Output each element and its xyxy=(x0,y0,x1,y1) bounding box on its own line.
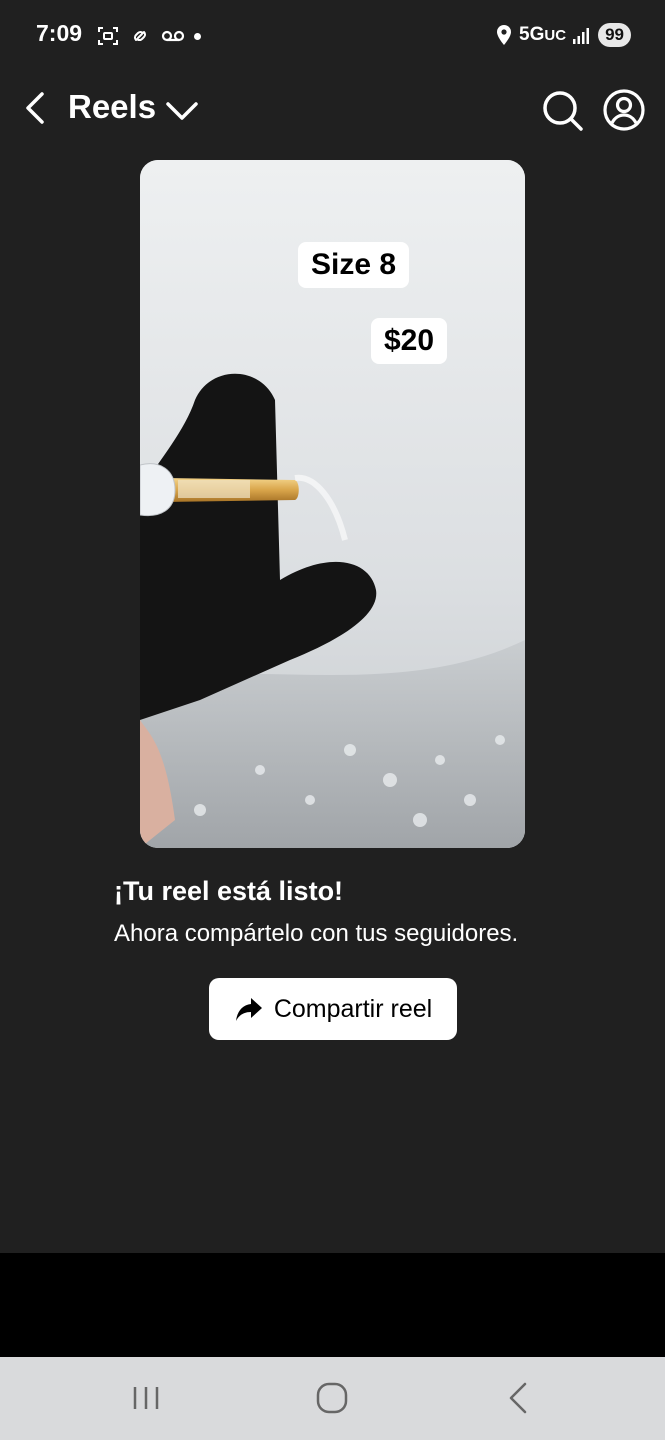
page-title[interactable]: Reels xyxy=(68,88,156,126)
ready-title: ¡Tu reel está listo! xyxy=(114,876,344,906)
bottom-spacer xyxy=(0,1253,665,1357)
reel-preview[interactable]: Size 8 $20 xyxy=(140,160,525,848)
network-type: 5GUC xyxy=(519,24,567,45)
share-reel-button[interactable]: Compartir reel xyxy=(209,978,457,1040)
voicemail-icon xyxy=(161,30,185,42)
system-back-icon[interactable] xyxy=(493,1375,543,1421)
back-icon[interactable] xyxy=(20,88,50,128)
status-notification-icons xyxy=(96,22,201,50)
search-icon[interactable] xyxy=(540,88,584,132)
home-icon[interactable] xyxy=(307,1375,357,1421)
battery-badge: 99 xyxy=(598,23,631,47)
price-sticker: $20 xyxy=(371,318,448,364)
status-time: 7:09 xyxy=(36,20,83,46)
link-icon xyxy=(133,30,147,42)
app-header: Reels xyxy=(0,70,665,150)
share-reel-label: Compartir reel xyxy=(273,994,433,1023)
share-arrow-icon xyxy=(235,998,262,1021)
screenshot-icon xyxy=(98,27,118,45)
location-icon xyxy=(497,25,512,45)
recent-apps-icon[interactable] xyxy=(121,1375,171,1421)
notification-dot-icon xyxy=(194,32,201,40)
status-bar: 7:09 5GUC 99 xyxy=(0,0,665,70)
profile-icon[interactable] xyxy=(602,88,646,132)
size-sticker: Size 8 xyxy=(298,242,410,288)
status-system-icons: 5GUC 99 xyxy=(495,20,631,50)
system-nav-bar xyxy=(0,1357,665,1440)
ready-subtitle: Ahora compártelo con tus seguidores. xyxy=(114,920,519,947)
chevron-down-icon[interactable] xyxy=(164,96,200,124)
signal-icon xyxy=(573,28,590,44)
